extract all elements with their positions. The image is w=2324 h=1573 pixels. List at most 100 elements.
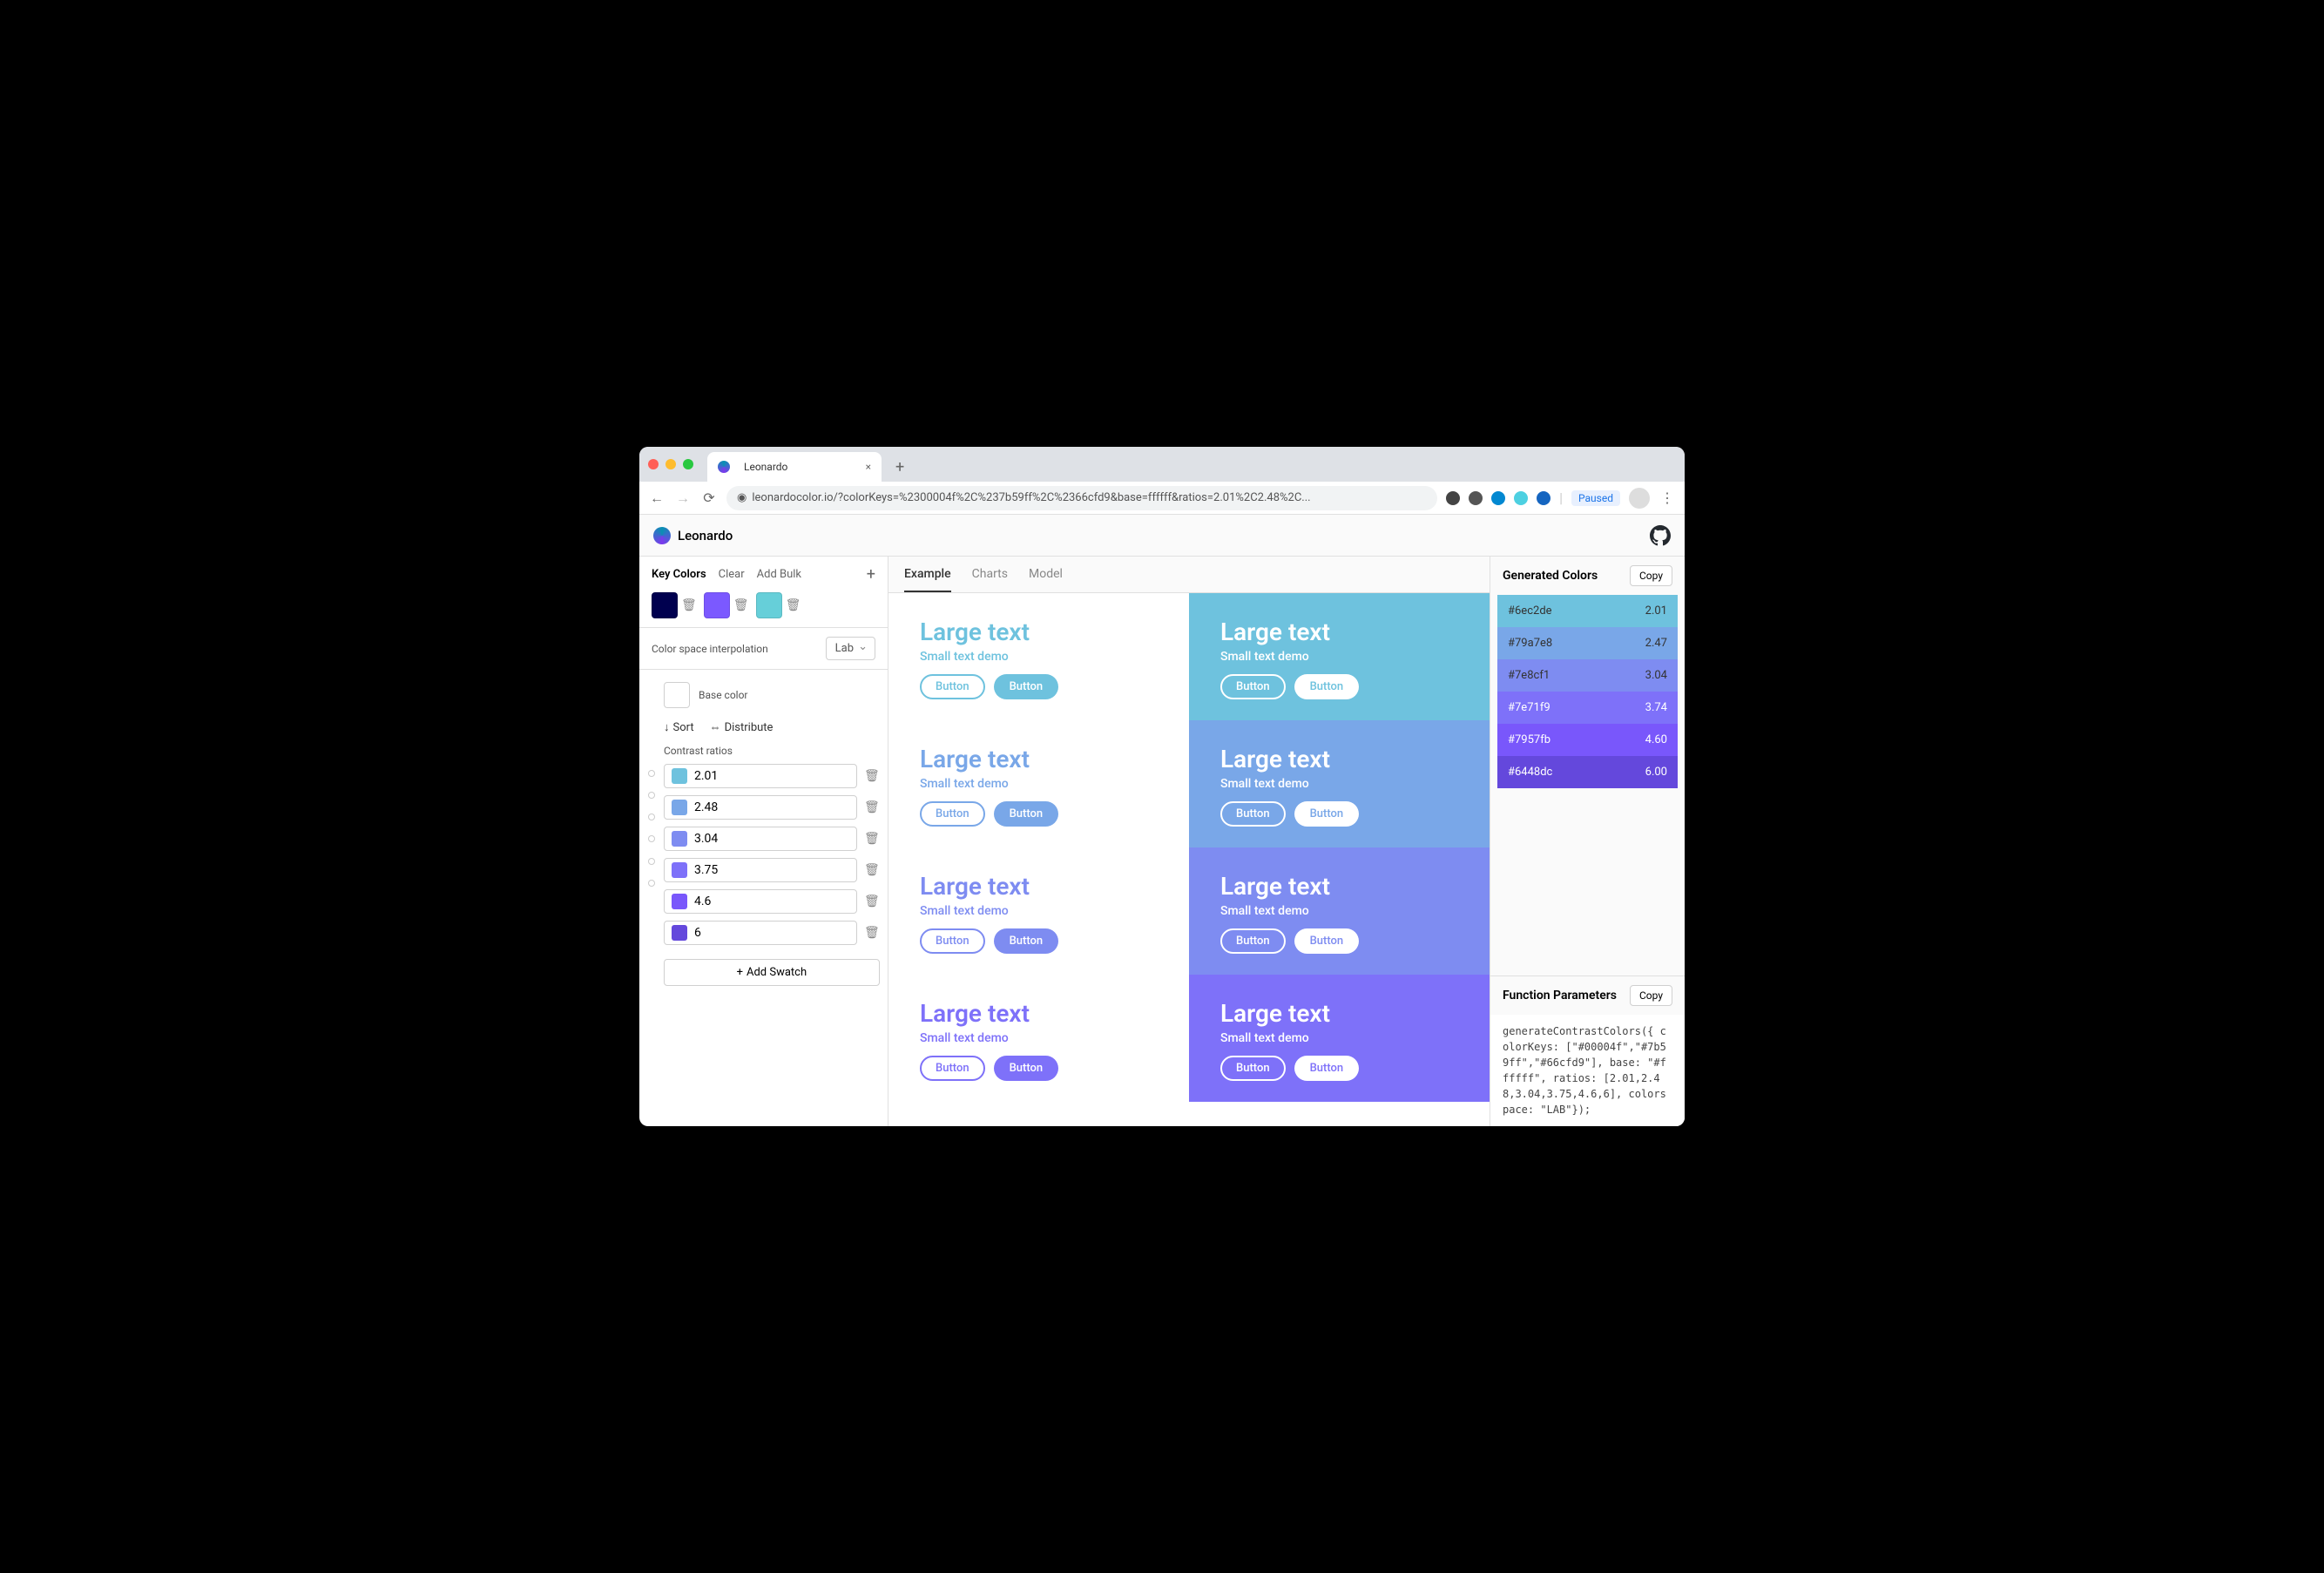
address-bar[interactable]: ◉ leonardocolor.io/?colorKeys=%2300004f%…	[726, 486, 1437, 510]
generated-color-row[interactable]: #7e71f93.74	[1497, 692, 1678, 724]
copy-generated-button[interactable]: Copy	[1630, 565, 1672, 586]
gradient-panel: Base color ↓ Sort ⇔ Distribute Contrast …	[639, 670, 888, 1060]
window-controls	[648, 459, 693, 469]
demo-block: Large text Small text demo Button Button	[888, 593, 1189, 720]
demo-button-outline[interactable]: Button	[920, 928, 985, 954]
ratio-swatch	[672, 925, 687, 941]
delete-ratio-icon[interactable]: 🗑	[864, 863, 880, 877]
large-text-demo: Large text	[920, 745, 1158, 773]
minimize-window-button[interactable]	[665, 459, 676, 469]
ratio-input[interactable]	[694, 926, 849, 940]
delete-ratio-icon[interactable]: 🗑	[864, 895, 880, 908]
add-bulk-button[interactable]: Add Bulk	[757, 568, 801, 581]
function-code[interactable]: generateContrastColors({ colorKeys: ["#0…	[1490, 1015, 1685, 1126]
app-header: Leonardo	[639, 515, 1685, 557]
generated-color-row[interactable]: #7e8cf13.04	[1497, 659, 1678, 692]
close-window-button[interactable]	[648, 459, 659, 469]
contrast-ratios-label: Contrast ratios	[664, 745, 880, 757]
generated-color-row[interactable]: #79a7e82.47	[1497, 627, 1678, 659]
demo-button-outline[interactable]: Button	[1220, 801, 1286, 827]
menu-button[interactable]: ⋮	[1659, 489, 1676, 506]
add-key-color-button[interactable]: +	[867, 565, 875, 584]
key-colors-section: Key Colors Clear Add Bulk + 🗑🗑🗑	[639, 557, 888, 628]
ratio-input[interactable]	[694, 832, 849, 846]
ratio-row: 🗑	[664, 764, 880, 788]
gradient-stop-dot[interactable]	[648, 770, 655, 777]
demo-button-outline[interactable]: Button	[1220, 1056, 1286, 1081]
close-tab-icon[interactable]: ×	[866, 461, 871, 473]
demo-button-solid[interactable]: Button	[1294, 1056, 1360, 1081]
key-color-swatch[interactable]	[704, 592, 730, 618]
demo-button-solid[interactable]: Button	[994, 928, 1059, 954]
gradient-stop-dot[interactable]	[648, 880, 655, 887]
key-color-swatch[interactable]	[756, 592, 782, 618]
clear-button[interactable]: Clear	[719, 568, 745, 581]
demo-button-solid[interactable]: Button	[1294, 801, 1360, 827]
generated-color-row[interactable]: #6448dc 6.00	[1497, 756, 1678, 788]
ratio-swatch	[672, 800, 687, 815]
demo-button-solid[interactable]: Button	[1294, 674, 1360, 699]
copy-function-button[interactable]: Copy	[1630, 985, 1672, 1006]
demo-button-outline[interactable]: Button	[920, 674, 985, 699]
back-button[interactable]: ←	[648, 489, 665, 507]
ratio-input[interactable]	[694, 895, 849, 908]
interpolation-select[interactable]: Lab	[826, 637, 875, 660]
tab-model[interactable]: Model	[1029, 557, 1063, 592]
ratio-row: 🗑	[664, 921, 880, 945]
forward-button[interactable]: →	[674, 489, 692, 507]
delete-ratio-icon[interactable]: 🗑	[864, 832, 880, 846]
extension-icon[interactable]	[1491, 491, 1505, 505]
extension-icon[interactable]	[1469, 491, 1483, 505]
generated-color-row[interactable]: #6ec2de2.01	[1497, 595, 1678, 627]
extension-icon[interactable]	[1537, 491, 1550, 505]
add-swatch-button[interactable]: + Add Swatch	[664, 959, 880, 986]
gradient-stop-dot[interactable]	[648, 858, 655, 865]
maximize-window-button[interactable]	[683, 459, 693, 469]
demo-button-solid[interactable]: Button	[994, 801, 1059, 827]
delete-key-color-icon[interactable]: 🗑	[733, 598, 749, 612]
delete-key-color-icon[interactable]: 🗑	[786, 598, 801, 612]
demo-button-outline[interactable]: Button	[1220, 928, 1286, 954]
profile-avatar[interactable]	[1629, 488, 1650, 509]
app-logo-icon	[653, 527, 671, 544]
ratio-input[interactable]	[694, 863, 849, 877]
ratio-input[interactable]	[694, 800, 849, 814]
github-icon[interactable]	[1650, 525, 1671, 546]
demo-button-outline[interactable]: Button	[920, 801, 985, 827]
site-info-icon[interactable]: ◉	[737, 491, 747, 504]
generated-hex: #6448dc	[1508, 766, 1552, 779]
generated-ratio: 3.04	[1645, 669, 1667, 682]
demo-block: Large text Small text demo Button Button	[1189, 975, 1490, 1102]
delete-ratio-icon[interactable]: 🗑	[864, 800, 880, 814]
generated-color-row[interactable]: #7957fb4.60	[1497, 724, 1678, 756]
tab-example[interactable]: Example	[904, 557, 951, 592]
gradient-stop-dot[interactable]	[648, 792, 655, 799]
gradient-stop-dot[interactable]	[648, 835, 655, 842]
ratio-input[interactable]	[694, 769, 849, 783]
extension-icon[interactable]	[1514, 491, 1528, 505]
sidebar: Key Colors Clear Add Bulk + 🗑🗑🗑 Color sp…	[639, 557, 888, 1126]
tab-charts[interactable]: Charts	[972, 557, 1008, 592]
reload-button[interactable]: ⟳	[700, 489, 718, 506]
distribute-button[interactable]: ⇔ Distribute	[710, 720, 774, 734]
demo-button-solid[interactable]: Button	[994, 1056, 1059, 1081]
demo-button-outline[interactable]: Button	[920, 1056, 985, 1081]
small-text-demo: Small text demo	[920, 650, 1158, 664]
delete-ratio-icon[interactable]: 🗑	[864, 769, 880, 783]
extension-icon[interactable]	[1446, 491, 1460, 505]
paused-badge[interactable]: Paused	[1571, 490, 1620, 506]
sort-button[interactable]: ↓ Sort	[664, 720, 694, 734]
base-color-swatch[interactable]	[664, 682, 690, 708]
demo-button-solid[interactable]: Button	[1294, 928, 1360, 954]
main-content: Example Charts Model Large text Small text…	[888, 557, 1490, 1126]
delete-ratio-icon[interactable]: 🗑	[864, 926, 880, 940]
browser-tab[interactable]: Leonardo ×	[707, 452, 882, 482]
delete-key-color-icon[interactable]: 🗑	[681, 598, 697, 612]
demo-button-outline[interactable]: Button	[1220, 674, 1286, 699]
demo-button-solid[interactable]: Button	[994, 674, 1059, 699]
new-tab-button[interactable]: +	[895, 458, 904, 476]
generated-ratio: 6.00	[1645, 766, 1667, 779]
gradient-stop-dot[interactable]	[648, 814, 655, 820]
key-color-swatch[interactable]	[652, 592, 678, 618]
generated-hex: #7957fb	[1508, 733, 1550, 746]
